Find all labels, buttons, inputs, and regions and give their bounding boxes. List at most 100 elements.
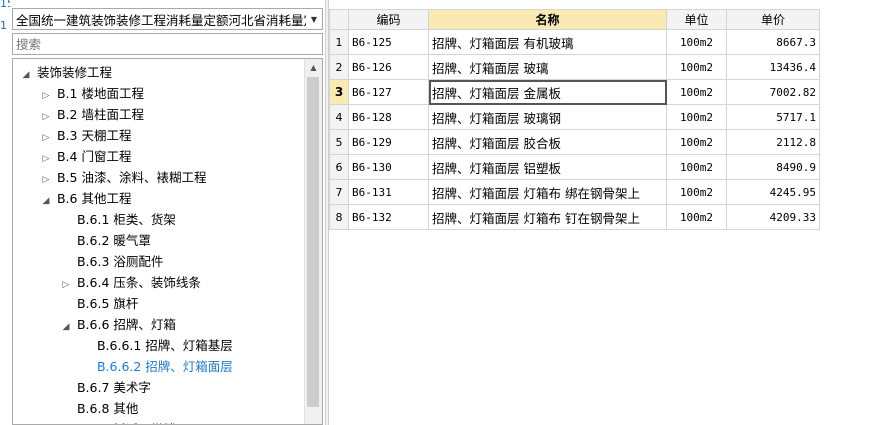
price-cell[interactable]: 4245.95 xyxy=(726,179,820,205)
tree-item[interactable]: ◢ 装饰装修工程 xyxy=(19,62,112,83)
edge-text-mid: 1 xyxy=(0,19,7,32)
table-row[interactable]: 5 B6-129 招牌、灯箱面层 胶合板 100m2 2112.8 xyxy=(329,129,820,155)
table-row[interactable]: 4 B6-128 招牌、灯箱面层 玻璃钢 100m2 5717.1 xyxy=(329,104,820,130)
unit-cell[interactable]: 100m2 xyxy=(666,179,727,205)
price-cell[interactable]: 2112.8 xyxy=(726,129,820,155)
price-cell[interactable]: 8490.9 xyxy=(726,154,820,180)
unit-cell[interactable]: 100m2 xyxy=(666,54,727,80)
tree-item-label: B.6.4 压条、装饰线条 xyxy=(76,275,201,290)
expanded-arrow-icon[interactable]: ◢ xyxy=(39,191,53,212)
header-name[interactable]: 名称 xyxy=(428,9,667,30)
tree-item-label: B.4 门窗工程 xyxy=(56,149,132,164)
collapsed-arrow-icon[interactable]: ▷ xyxy=(39,86,53,107)
name-cell[interactable]: 招牌、灯箱面层 灯箱布 钉在钢骨架上 xyxy=(428,204,667,230)
name-cell[interactable]: 招牌、灯箱面层 玻璃 xyxy=(428,54,667,80)
code-cell[interactable]: B6-132 xyxy=(348,204,429,230)
scroll-thumb[interactable] xyxy=(307,77,319,407)
collapsed-arrow-icon[interactable]: ▷ xyxy=(39,107,53,128)
code-cell[interactable]: B6-129 xyxy=(348,129,429,155)
name-cell[interactable]: 招牌、灯箱面层 金属板 xyxy=(428,79,667,105)
row-number[interactable]: 4 xyxy=(329,104,349,130)
tree-scrollbar[interactable]: ▲ xyxy=(304,59,322,424)
table-row[interactable]: 6 B6-130 招牌、灯箱面层 铝塑板 100m2 8490.9 xyxy=(329,154,820,180)
tree-item-label: 装饰装修工程 xyxy=(36,65,112,80)
collapsed-arrow-icon[interactable]: ▷ xyxy=(39,170,53,191)
tree-item[interactable]: ▷ B.5 油漆、涂料、裱糊工程 xyxy=(39,167,207,191)
row-number[interactable]: 1 xyxy=(329,29,349,55)
name-cell[interactable]: 招牌、灯箱面层 胶合板 xyxy=(428,129,667,155)
tree-item-label: B.6.6.2 招牌、灯箱面层 xyxy=(96,359,233,374)
unit-cell[interactable]: 100m2 xyxy=(666,154,727,180)
header-rownum xyxy=(329,9,349,30)
tree-item[interactable]: B.6.1 柜类、货架 xyxy=(59,209,176,230)
tree-item[interactable]: B.6.8 其他 xyxy=(59,398,138,419)
chevron-down-icon[interactable]: ▼ xyxy=(306,15,322,24)
unit-cell[interactable]: 100m2 xyxy=(666,129,727,155)
tree-item-label: B.6.2 暖气罩 xyxy=(76,233,151,248)
tree-item[interactable]: B.6.6.2 招牌、灯箱面层 xyxy=(79,356,233,377)
row-number[interactable]: 5 xyxy=(329,129,349,155)
search-input[interactable] xyxy=(12,33,323,55)
chapter-tree: B.6.9 拆迁、掌楼 B.6.8 其他 B.6.7 美术字 B.6.6.2 招… xyxy=(12,58,323,425)
tree-item[interactable]: ▷ B.6.4 压条、装饰线条 xyxy=(59,272,201,293)
tree-item[interactable]: ▷ B.3 天棚工程 xyxy=(39,125,132,149)
header-code[interactable]: 编码 xyxy=(348,9,429,30)
table-row[interactable]: 1 B6-125 招牌、灯箱面层 有机玻璃 100m2 8667.3 xyxy=(329,29,820,55)
name-cell[interactable]: 招牌、灯箱面层 灯箱布 绑在钢骨架上 xyxy=(428,179,667,205)
collapsed-arrow-icon[interactable]: ▷ xyxy=(59,275,73,296)
code-cell[interactable]: B6-131 xyxy=(348,179,429,205)
table-row[interactable]: 7 B6-131 招牌、灯箱面层 灯箱布 绑在钢骨架上 100m2 4245.95 xyxy=(329,179,820,205)
code-cell[interactable]: B6-126 xyxy=(348,54,429,80)
unit-cell[interactable]: 100m2 xyxy=(666,204,727,230)
price-cell[interactable]: 8667.3 xyxy=(726,29,820,55)
tree-item-label: B.6.5 旗杆 xyxy=(76,296,139,311)
header-price[interactable]: 单价 xyxy=(726,9,820,30)
name-cell[interactable]: 招牌、灯箱面层 玻璃钢 xyxy=(428,104,667,130)
quota-table: 编码 名称 单位 单价 1 B6-125 招牌、灯箱面层 有机玻璃 100m2 8667… xyxy=(329,9,820,230)
row-number[interactable]: 8 xyxy=(329,204,349,230)
tree-item[interactable]: B.6.7 美术字 xyxy=(59,377,151,398)
table-row[interactable]: 8 B6-132 招牌、灯箱面层 灯箱布 钉在钢骨架上 100m2 4209.33 xyxy=(329,204,820,230)
tree-item[interactable]: B.6.5 旗杆 xyxy=(59,293,138,314)
collapsed-arrow-icon[interactable]: ▷ xyxy=(39,149,53,170)
unit-cell[interactable]: 100m2 xyxy=(666,79,727,105)
tree-item[interactable]: ▷ B.4 门窗工程 xyxy=(39,146,132,170)
tree-item[interactable]: B.6.2 暖气罩 xyxy=(59,230,151,251)
row-number[interactable]: 6 xyxy=(329,154,349,180)
name-cell[interactable]: 招牌、灯箱面层 铝塑板 xyxy=(428,154,667,180)
tree-item[interactable]: B.6.9 拆迁、掌楼 xyxy=(59,419,176,424)
name-cell[interactable]: 招牌、灯箱面层 有机玻璃 xyxy=(428,29,667,55)
expanded-arrow-icon[interactable]: ◢ xyxy=(59,317,73,338)
code-cell[interactable]: B6-127 xyxy=(348,79,429,105)
collapsed-arrow-icon[interactable]: ▷ xyxy=(39,128,53,149)
tree-item[interactable]: ◢ B.6.6 招牌、灯箱 xyxy=(59,314,176,335)
tree-item[interactable]: B.6.6.1 招牌、灯箱基层 xyxy=(79,335,233,356)
unit-cell[interactable]: 100m2 xyxy=(666,104,727,130)
unit-cell[interactable]: 100m2 xyxy=(666,29,727,55)
tree-item-label: B.6.3 浴厕配件 xyxy=(76,254,164,269)
price-cell[interactable]: 7002.82 xyxy=(726,79,820,105)
expanded-arrow-icon[interactable]: ◢ xyxy=(19,65,33,86)
table-row[interactable]: 3 B6-127 招牌、灯箱面层 金属板 100m2 7002.82 xyxy=(329,79,820,105)
price-cell[interactable]: 5717.1 xyxy=(726,104,820,130)
price-cell[interactable]: 4209.33 xyxy=(726,204,820,230)
header-unit[interactable]: 单位 xyxy=(666,9,727,30)
scroll-up-icon[interactable]: ▲ xyxy=(305,59,322,76)
code-cell[interactable]: B6-125 xyxy=(348,29,429,55)
tree-item[interactable]: ▷ B.1 楼地面工程 xyxy=(39,83,144,104)
tree-item[interactable]: B.6.3 浴厕配件 xyxy=(59,251,163,272)
tree-item[interactable]: ▷ B.2 墙柱面工程 xyxy=(39,104,144,125)
tree-item-label: B.6.8 其他 xyxy=(76,401,139,416)
row-number[interactable]: 2 xyxy=(329,54,349,80)
row-number[interactable]: 3 xyxy=(329,79,349,105)
tree-item[interactable]: ◢ B.6 其他工程 xyxy=(39,188,132,212)
tree-item-label: B.6.6.1 招牌、灯箱基层 xyxy=(96,338,233,353)
price-cell[interactable]: 13436.4 xyxy=(726,54,820,80)
table-row[interactable]: 2 B6-126 招牌、灯箱面层 玻璃 100m2 13436.4 xyxy=(329,54,820,80)
code-cell[interactable]: B6-128 xyxy=(348,104,429,130)
table-header-row: 编码 名称 单位 单价 xyxy=(329,9,820,30)
quota-library-select[interactable]: 全国统一建筑装饰装修工程消耗量定额河北省消耗量定额 ▼ xyxy=(12,8,323,30)
row-number[interactable]: 7 xyxy=(329,179,349,205)
tree-item-label: B.6.7 美术字 xyxy=(76,380,151,395)
code-cell[interactable]: B6-130 xyxy=(348,154,429,180)
